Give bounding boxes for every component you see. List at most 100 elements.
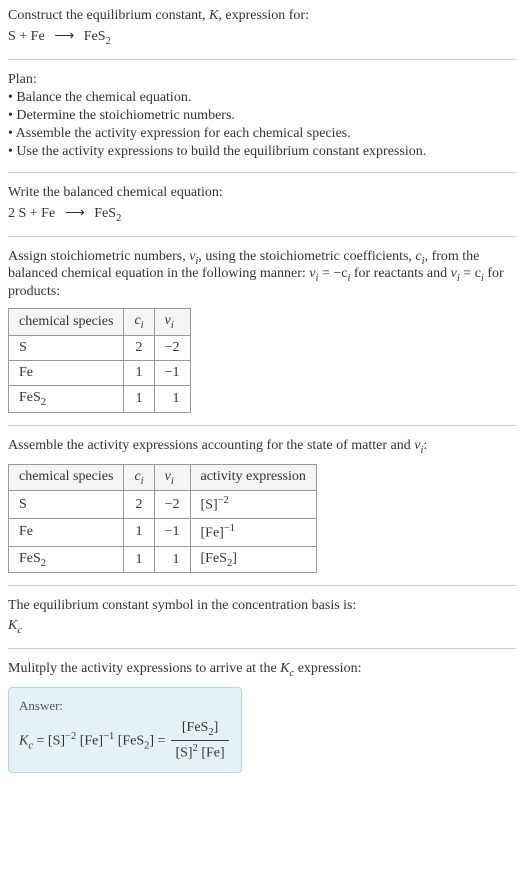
table-row: S 2 −2 [S]−2 bbox=[9, 491, 317, 519]
ans-t3: [FeS bbox=[114, 733, 144, 748]
td-species: Fe bbox=[9, 360, 124, 385]
stoich-section: Assign stoichiometric numbers, νi, using… bbox=[8, 249, 516, 413]
as: −1 bbox=[224, 523, 235, 534]
th-nu: νi bbox=[154, 309, 190, 336]
mul-a: Mulitply the activity expressions to arr… bbox=[8, 661, 280, 676]
ac: ] bbox=[232, 551, 237, 566]
ans-t3-close: ] = bbox=[149, 733, 165, 748]
bal-right-sub: 2 bbox=[116, 213, 121, 224]
table-row: FeS2 1 1 [FeS 2] bbox=[9, 546, 317, 573]
prompt-text-b: , expression for: bbox=[218, 8, 309, 23]
divider bbox=[8, 585, 516, 586]
td-act: [Fe]−1 bbox=[190, 519, 316, 547]
ans-k: K bbox=[19, 733, 28, 748]
activity-section: Assemble the activity expressions accoun… bbox=[8, 438, 516, 574]
multiply-section: Mulitply the activity expressions to arr… bbox=[8, 661, 516, 772]
sp: FeS bbox=[19, 551, 41, 566]
th-species: chemical species bbox=[9, 309, 124, 336]
divider bbox=[8, 59, 516, 60]
th-nu-sub: i bbox=[171, 320, 174, 331]
sp-sub: 2 bbox=[41, 397, 46, 408]
frac-den: [S]2 [Fe] bbox=[171, 740, 228, 762]
stoich-b: , using the stoichiometric coefficients, bbox=[198, 249, 415, 264]
th-c-sub: i bbox=[141, 320, 144, 331]
td-c: 2 bbox=[124, 491, 154, 519]
td-species: FeS2 bbox=[9, 385, 124, 412]
table-header-row: chemical species ci νi bbox=[9, 309, 191, 336]
activity-text: Assemble the activity expressions accoun… bbox=[8, 438, 516, 456]
balanced-prompt: Write the balanced chemical equation: bbox=[8, 185, 516, 201]
th-c-sub: i bbox=[141, 475, 144, 486]
answer-label: Answer: bbox=[19, 698, 231, 714]
table-row: Fe 1 −1 [Fe]−1 bbox=[9, 519, 317, 547]
balanced-section: Write the balanced chemical equation: 2 … bbox=[8, 185, 516, 224]
ab: [Fe] bbox=[201, 526, 224, 541]
td-species: FeS2 bbox=[9, 546, 124, 573]
plan-title: Plan: bbox=[8, 72, 516, 88]
divider bbox=[8, 648, 516, 649]
den-a: [S] bbox=[175, 746, 192, 761]
act-b: : bbox=[423, 438, 427, 453]
table-row: Fe 1 −1 bbox=[9, 360, 191, 385]
th-c: ci bbox=[124, 464, 154, 491]
plan-item: • Determine the stoichiometric numbers. bbox=[8, 108, 516, 124]
plan-list: • Balance the chemical equation. • Deter… bbox=[8, 90, 516, 160]
td-c: 1 bbox=[124, 385, 154, 412]
symbol-eq: Kc bbox=[8, 618, 516, 636]
th-c: ci bbox=[124, 309, 154, 336]
ans-t2-sup: −1 bbox=[103, 731, 114, 742]
td-c: 2 bbox=[124, 335, 154, 360]
eq-right-sub: 2 bbox=[106, 36, 111, 47]
answer-equation: Kc = [S]−2 [Fe]−1 [FeS2] = [FeS2] [S]2 [… bbox=[19, 720, 231, 761]
bal-right: FeS bbox=[94, 206, 116, 221]
k-sub: c bbox=[17, 625, 22, 636]
ab: [FeS bbox=[201, 551, 227, 566]
table-row: S 2 −2 bbox=[9, 335, 191, 360]
divider bbox=[8, 172, 516, 173]
divider bbox=[8, 236, 516, 237]
mul-b: expression: bbox=[294, 661, 361, 676]
td-nu: −1 bbox=[154, 360, 190, 385]
th-nu-sub: i bbox=[171, 475, 174, 486]
header-equation: S + Fe ⟶ FeS2 bbox=[8, 28, 516, 47]
answer-fraction: [FeS2] [S]2 [Fe] bbox=[171, 720, 228, 761]
sp: S bbox=[19, 497, 27, 512]
symbol-text: The equilibrium constant symbol in the c… bbox=[8, 598, 516, 614]
td-nu: −1 bbox=[154, 519, 190, 547]
plan-item: • Balance the chemical equation. bbox=[8, 90, 516, 106]
td-nu: 1 bbox=[154, 546, 190, 573]
prompt-text-a: Construct the equilibrium constant, bbox=[8, 8, 209, 23]
td-nu: 1 bbox=[154, 385, 190, 412]
sp-sub: 2 bbox=[41, 557, 46, 568]
sp: S bbox=[19, 340, 27, 355]
eq-left: S + Fe bbox=[8, 29, 45, 44]
symbol-section: The equilibrium constant symbol in the c… bbox=[8, 598, 516, 636]
bal-arrow: ⟶ bbox=[65, 206, 85, 221]
k-sym: K bbox=[8, 618, 17, 633]
mul-k: K bbox=[280, 661, 289, 676]
header-prompt: Construct the equilibrium constant, K, e… bbox=[8, 8, 516, 24]
td-c: 1 bbox=[124, 546, 154, 573]
ans-t1-sup: −2 bbox=[65, 731, 76, 742]
activity-table: chemical species ci νi activity expressi… bbox=[8, 464, 317, 574]
td-nu: −2 bbox=[154, 491, 190, 519]
frac-num: [FeS2] bbox=[178, 720, 222, 740]
table-row: FeS2 1 1 bbox=[9, 385, 191, 412]
k-symbol: K bbox=[209, 8, 218, 23]
table-header-row: chemical species ci νi activity expressi… bbox=[9, 464, 317, 491]
ans-t2: [Fe] bbox=[76, 733, 103, 748]
den-b: [Fe] bbox=[198, 746, 225, 761]
plan-section: Plan: • Balance the chemical equation. •… bbox=[8, 72, 516, 160]
balanced-equation: 2 S + Fe ⟶ FeS2 bbox=[8, 205, 516, 224]
stoich-d: for reactants and bbox=[350, 266, 450, 281]
sp: Fe bbox=[19, 524, 33, 539]
ab: [S] bbox=[201, 498, 218, 513]
plan-item: • Assemble the activity expression for e… bbox=[8, 126, 516, 142]
th-nu: νi bbox=[154, 464, 190, 491]
as: −2 bbox=[218, 495, 229, 506]
eq-right: FeS bbox=[84, 29, 106, 44]
th-species: chemical species bbox=[9, 464, 124, 491]
sp: FeS bbox=[19, 390, 41, 405]
td-species: S bbox=[9, 491, 124, 519]
answer-box: Answer: Kc = [S]−2 [Fe]−1 [FeS2] = [FeS2… bbox=[8, 687, 242, 772]
